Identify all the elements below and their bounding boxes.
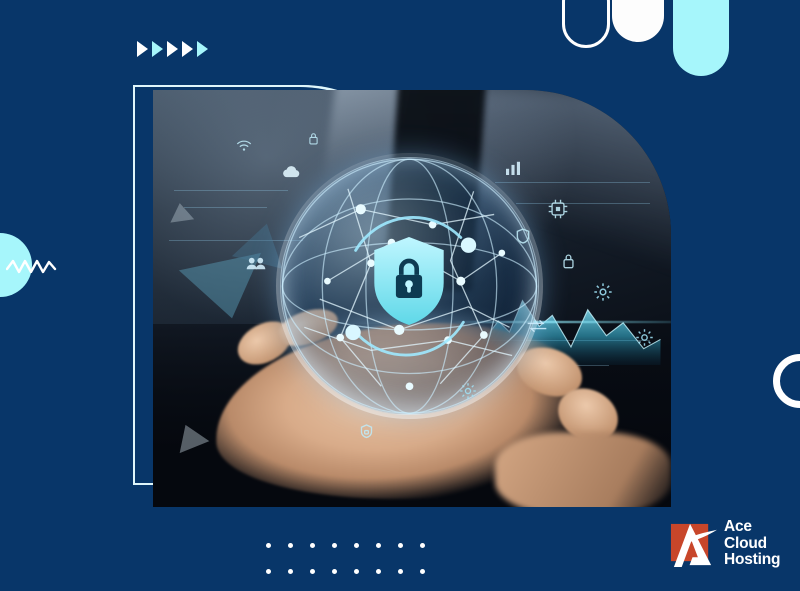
grid-dot — [354, 543, 359, 548]
logo-line-1: Ace — [724, 518, 752, 535]
hud-line — [184, 206, 267, 208]
grid-dot — [376, 543, 381, 548]
pill-solid-cyan — [673, 0, 729, 76]
users-icon — [246, 257, 266, 270]
grid-dot — [310, 543, 315, 548]
database-icon — [360, 423, 373, 439]
arrow-3-icon — [167, 41, 178, 57]
shield-lock-icon — [371, 230, 448, 333]
logo-line-3: Hosting — [724, 551, 781, 569]
arrow-row — [137, 41, 208, 57]
grid-dot — [332, 569, 337, 574]
grid-dot — [310, 569, 315, 574]
banner-canvas: Ace Cloud Hosting — [0, 0, 800, 591]
grid-dot — [420, 543, 425, 548]
gear-icon — [635, 328, 654, 347]
white-ring — [773, 354, 800, 408]
gear-icon — [459, 382, 477, 400]
grid-dot — [288, 569, 293, 574]
grid-dot — [398, 569, 403, 574]
lock-icon — [308, 132, 319, 145]
lock-icon — [562, 253, 575, 269]
arrow-4-icon — [182, 41, 193, 57]
grid-dot — [288, 543, 293, 548]
pill-solid-white — [612, 0, 664, 42]
wifi-icon — [236, 140, 252, 152]
network-globe — [279, 156, 539, 416]
arrow-5-icon — [197, 41, 208, 57]
transfer-arrows-icon — [526, 319, 548, 333]
hero-photo — [153, 90, 671, 507]
dot-grid — [266, 543, 442, 591]
gear-icon — [593, 282, 613, 302]
arrow-2-icon — [152, 41, 163, 57]
chart-bars-icon — [505, 161, 521, 175]
grid-dot — [354, 569, 359, 574]
shield-icon — [516, 227, 530, 244]
grid-dot — [332, 543, 337, 548]
grid-dot — [266, 569, 271, 574]
zigzag-wave-icon — [6, 259, 57, 274]
logo-line-2: Cloud — [724, 534, 767, 552]
logo-wordmark: Ace Cloud Hosting — [724, 518, 781, 569]
pill-ring-outline — [562, 0, 610, 48]
grid-dot — [398, 543, 403, 548]
grid-dot — [420, 569, 425, 574]
cloud-icon — [282, 165, 300, 178]
grid-dot — [266, 543, 271, 548]
wrist — [494, 431, 671, 507]
grid-dot — [376, 569, 381, 574]
arrow-1-icon — [137, 41, 148, 57]
logo-mark-icon — [668, 520, 717, 569]
decor-triangle — [167, 200, 194, 223]
chip-icon — [547, 198, 569, 220]
hud-line — [173, 190, 288, 192]
ace-cloud-hosting-logo[interactable]: Ace Cloud Hosting — [668, 518, 781, 569]
